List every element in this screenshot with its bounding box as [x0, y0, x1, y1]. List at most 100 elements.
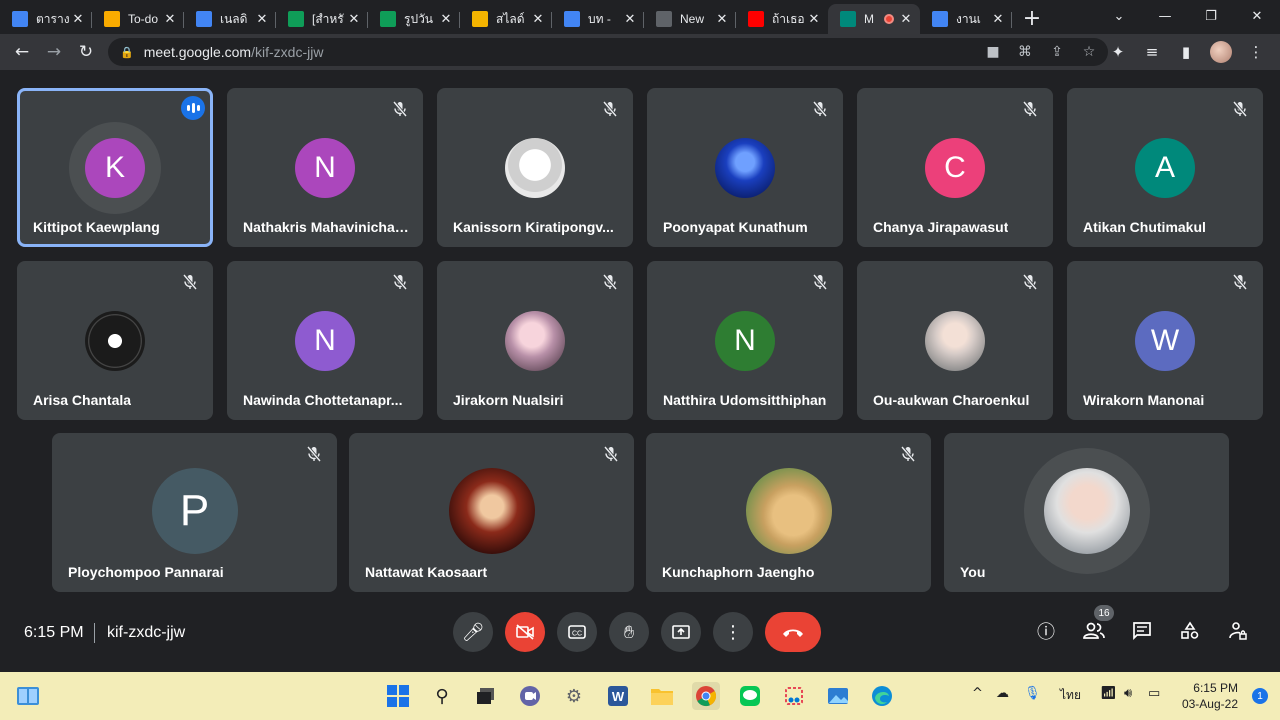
- meeting-details-button[interactable]: ⓘ: [1033, 618, 1059, 644]
- participant-tile[interactable]: C Chanya Jirapawasut: [857, 88, 1053, 247]
- address-bar[interactable]: 🔒 meet.google.com/kif-zxdc-jjw ■ ⌘ ⇪ ☆: [108, 38, 1108, 66]
- tray-overflow-icon[interactable]: ^: [972, 686, 983, 701]
- browser-tab[interactable]: บท - ✕: [552, 4, 644, 34]
- bookmark-star-icon[interactable]: ☆: [1080, 44, 1098, 60]
- chrome-icon[interactable]: [692, 682, 720, 710]
- profile-avatar[interactable]: [1210, 41, 1232, 63]
- captions-button[interactable]: CC: [557, 612, 597, 652]
- taskbar-clock[interactable]: 6:15 PM 03-Aug-22: [1182, 680, 1238, 712]
- mic-off-icon: [602, 101, 618, 117]
- participant-tile[interactable]: Arisa Chantala: [17, 261, 213, 420]
- photos-icon[interactable]: [824, 682, 852, 710]
- browser-tab[interactable]: ตาราง ✕: [0, 4, 92, 34]
- mic-off-icon: [812, 274, 828, 290]
- participant-tile[interactable]: Nattawat Kaosaart: [349, 433, 634, 592]
- media-control-icon[interactable]: ≡: [1142, 43, 1162, 61]
- participant-tile[interactable]: Jirakorn Nualsiri: [437, 261, 633, 420]
- participant-tile[interactable]: N Nathakris Mahavinichai...: [227, 88, 423, 247]
- tab-search-icon[interactable]: ⌄: [1096, 0, 1142, 32]
- onedrive-icon[interactable]: ☁: [996, 686, 1009, 701]
- wifi-icon[interactable]: 📶︎: [1100, 686, 1117, 701]
- browser-tab[interactable]: M ✕: [828, 4, 920, 34]
- browser-tab[interactable]: To-do ✕: [92, 4, 184, 34]
- task-view-icon[interactable]: [472, 682, 500, 710]
- chat-button[interactable]: [1129, 618, 1155, 644]
- tab-close-icon[interactable]: ✕: [346, 11, 362, 27]
- camera-icon[interactable]: ■: [984, 44, 1002, 60]
- mic-tray-icon[interactable]: 🎙︎: [1024, 686, 1041, 701]
- word-icon[interactable]: W: [604, 682, 632, 710]
- participant-tile[interactable]: Kunchaphorn Jaengho: [646, 433, 931, 592]
- tab-close-icon[interactable]: ✕: [162, 11, 178, 27]
- browser-tab[interactable]: รูปวัน ✕: [368, 4, 460, 34]
- activities-button[interactable]: [1177, 618, 1203, 644]
- task-view-widget-icon[interactable]: [14, 682, 42, 710]
- browser-tab[interactable]: ถ้าเธอ ✕: [736, 4, 828, 34]
- edge-icon[interactable]: [868, 682, 896, 710]
- tab-title: [สำหรั: [312, 11, 344, 26]
- teams-chat-icon[interactable]: [516, 682, 544, 710]
- translate-icon[interactable]: ⌘: [1016, 44, 1034, 60]
- tab-close-icon[interactable]: ✕: [254, 11, 270, 27]
- raise-hand-button[interactable]: ✋︎: [609, 612, 649, 652]
- tab-close-icon[interactable]: ✕: [530, 11, 546, 27]
- forward-button[interactable]: →: [38, 38, 70, 66]
- battery-icon[interactable]: ▭: [1148, 686, 1160, 701]
- browser-tab[interactable]: เนลดิ ✕: [184, 4, 276, 34]
- tab-close-icon[interactable]: ✕: [70, 11, 86, 27]
- tab-close-icon[interactable]: ✕: [622, 11, 638, 27]
- restore-button[interactable]: ❐: [1188, 0, 1234, 32]
- participant-tile[interactable]: You: [944, 433, 1229, 592]
- present-button[interactable]: [661, 612, 701, 652]
- browser-tab[interactable]: สไลด์ ✕: [460, 4, 552, 34]
- notification-badge[interactable]: 1: [1252, 688, 1268, 704]
- more-options-button[interactable]: ⋮: [713, 612, 753, 652]
- chrome-menu-icon[interactable]: ⋮: [1246, 43, 1266, 61]
- drive-icon: [380, 11, 396, 27]
- browser-tab[interactable]: [สำหรั ✕: [276, 4, 368, 34]
- new-tab-button[interactable]: +: [1018, 4, 1046, 32]
- settings-gear-icon[interactable]: ⚙: [560, 682, 588, 710]
- language-indicator[interactable]: ไทย: [1060, 686, 1081, 705]
- tab-close-icon[interactable]: ✕: [898, 11, 914, 27]
- tab-close-icon[interactable]: ✕: [990, 11, 1006, 27]
- tab-close-icon[interactable]: ✕: [438, 11, 454, 27]
- participant-tile[interactable]: Poonyapat Kunathum: [647, 88, 843, 247]
- recording-indicator-icon: [884, 14, 894, 24]
- participant-tile[interactable]: P Ploychompoo Pannarai: [52, 433, 337, 592]
- extensions-icon[interactable]: ✦: [1108, 43, 1128, 61]
- lock-icon[interactable]: 🔒: [120, 46, 134, 59]
- participant-count-badge: 16: [1094, 605, 1114, 621]
- start-button[interactable]: [384, 682, 412, 710]
- volume-icon[interactable]: 🔊︎: [1124, 686, 1132, 701]
- participant-tile[interactable]: A Atikan Chutimakul: [1067, 88, 1263, 247]
- host-controls-button[interactable]: [1225, 618, 1251, 644]
- search-icon[interactable]: ⚲: [428, 682, 456, 710]
- tab-close-icon[interactable]: ✕: [714, 11, 730, 27]
- leave-call-button[interactable]: [765, 612, 821, 652]
- participant-tile[interactable]: W Wirakorn Manonai: [1067, 261, 1263, 420]
- file-explorer-icon[interactable]: [648, 682, 676, 710]
- close-window-button[interactable]: ✕: [1234, 0, 1280, 32]
- tab-close-icon[interactable]: ✕: [806, 11, 822, 27]
- participant-name: Kunchaphorn Jaengho: [662, 564, 815, 580]
- reload-button[interactable]: ↻: [70, 38, 102, 66]
- side-panel-icon[interactable]: ▮: [1176, 43, 1196, 61]
- minimize-button[interactable]: —: [1142, 0, 1188, 32]
- back-button[interactable]: ←: [6, 38, 38, 66]
- participant-tile[interactable]: K Kittipot Kaewplang: [17, 88, 213, 247]
- camera-toggle-button[interactable]: [505, 612, 545, 652]
- participant-tile[interactable]: N Natthira Udomsitthiphan: [647, 261, 843, 420]
- participant-tile[interactable]: Ou-aukwan Charoenkul: [857, 261, 1053, 420]
- microphone-button[interactable]: 🎤︎: [453, 612, 493, 652]
- url-path: /kif-zxdc-jjw: [251, 44, 324, 60]
- people-icon: [1083, 622, 1105, 639]
- browser-tab[interactable]: งานเ ✕: [920, 4, 1012, 34]
- browser-tab[interactable]: New ✕: [644, 4, 736, 34]
- share-icon[interactable]: ⇪: [1048, 44, 1066, 60]
- snipping-tool-icon[interactable]: [780, 682, 808, 710]
- participant-tile[interactable]: N Nawinda Chottetanapr...: [227, 261, 423, 420]
- line-icon[interactable]: [736, 682, 764, 710]
- participant-tile[interactable]: Kanissorn Kiratipongv...: [437, 88, 633, 247]
- people-button[interactable]: [1081, 618, 1107, 644]
